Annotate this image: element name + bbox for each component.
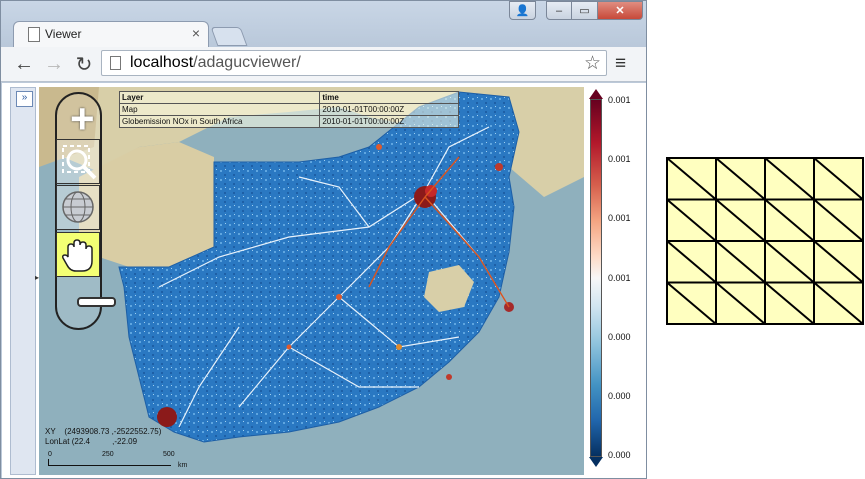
layer-time: 2010-01-01T00:00:00Z (319, 103, 459, 116)
scale-bar: 0 250 500 km (45, 451, 187, 473)
triangle-grid-diagram (666, 157, 864, 325)
legend-label: 0.001 (608, 273, 631, 283)
page-content: » ▸ + Layer time Map 2010-01-01T00:00:00… (2, 83, 646, 478)
scale-tick-250: 250 (102, 451, 114, 458)
document-icon (110, 56, 121, 70)
table-row: Map 2010-01-01T00:00:00Z (118, 103, 459, 116)
legend-label: 0.000 (608, 450, 631, 460)
expand-panel-button[interactable]: » (16, 91, 33, 107)
minimize-button[interactable]: – (546, 1, 572, 20)
reload-icon[interactable]: ↻ (71, 51, 97, 77)
legend-arrow-up-icon (589, 89, 603, 99)
browser-toolbar: ← → ↻ localhost/adagucviewer/ ☆ ≡ (1, 47, 646, 82)
map-canvas[interactable] (39, 87, 584, 475)
scale-unit: km (178, 462, 188, 469)
bookmark-star-icon[interactable]: ☆ (584, 52, 601, 75)
pan-tool[interactable] (56, 232, 100, 277)
layer-table-header: Layer time (118, 91, 459, 104)
legend-label: 0.001 (608, 213, 631, 223)
url-text[interactable]: localhost/adagucviewer/ (130, 54, 301, 72)
browser-window: Viewer × 👤 – ▭ ✕ ← → ↻ localhost/adagucv… (0, 0, 647, 479)
maximize-button[interactable]: ▭ (571, 1, 598, 20)
back-icon[interactable]: ← (11, 51, 37, 77)
new-tab-button[interactable] (210, 27, 248, 46)
map-view[interactable]: + Layer time Map 2010-01-01T00:00:00Z Gl… (39, 87, 584, 475)
legend-label: 0.000 (608, 391, 631, 401)
table-row: Globemission NOx in South Africa 2010-01… (118, 115, 459, 128)
zoom-box-tool[interactable] (56, 139, 100, 184)
hand-icon (62, 239, 93, 272)
layer-time: 2010-01-01T00:00:00Z (319, 115, 459, 128)
scale-line (48, 459, 171, 466)
column-header-layer: Layer (118, 91, 321, 104)
zoom-out-icon[interactable] (77, 297, 116, 307)
forward-icon[interactable]: → (41, 51, 67, 77)
legend-label: 0.001 (608, 154, 631, 164)
tab-close-icon[interactable]: × (192, 25, 200, 41)
left-panel: » (10, 87, 36, 475)
scale-tick-500: 500 (163, 451, 175, 458)
color-legend: 0.001 0.001 0.001 0.001 0.000 0.000 0.00… (586, 87, 644, 475)
legend-label: 0.000 (608, 332, 631, 342)
globe-icon (62, 191, 94, 223)
globe-tool[interactable] (56, 185, 100, 230)
coordinate-readout: XY (2493908.73 ,-2522552.75) LonLat (22.… (45, 427, 162, 446)
zoom-in-icon[interactable]: + (70, 98, 95, 140)
legend-arrow-down-icon (589, 457, 603, 467)
title-bar: Viewer × 👤 – ▭ ✕ (1, 1, 646, 47)
magnifier-icon (62, 145, 97, 180)
grid-cells (666, 157, 864, 325)
legend-label: 0.001 (608, 95, 631, 105)
tab-viewer[interactable]: Viewer × (13, 21, 209, 47)
layer-name: Globemission NOx in South Africa (118, 115, 321, 128)
tab-title: Viewer (45, 27, 82, 41)
user-button[interactable]: 👤 (509, 1, 536, 20)
legend-color-bar (590, 99, 602, 457)
close-button[interactable]: ✕ (597, 1, 643, 20)
menu-icon[interactable]: ≡ (615, 53, 626, 75)
page-icon (28, 27, 40, 42)
layer-info-table: Layer time Map 2010-01-01T00:00:00Z Glob… (118, 91, 459, 128)
layer-name: Map (118, 103, 321, 116)
column-header-time: time (319, 91, 459, 104)
address-bar[interactable]: localhost/adagucviewer/ ☆ (101, 50, 607, 76)
scale-tick-0: 0 (48, 451, 52, 458)
